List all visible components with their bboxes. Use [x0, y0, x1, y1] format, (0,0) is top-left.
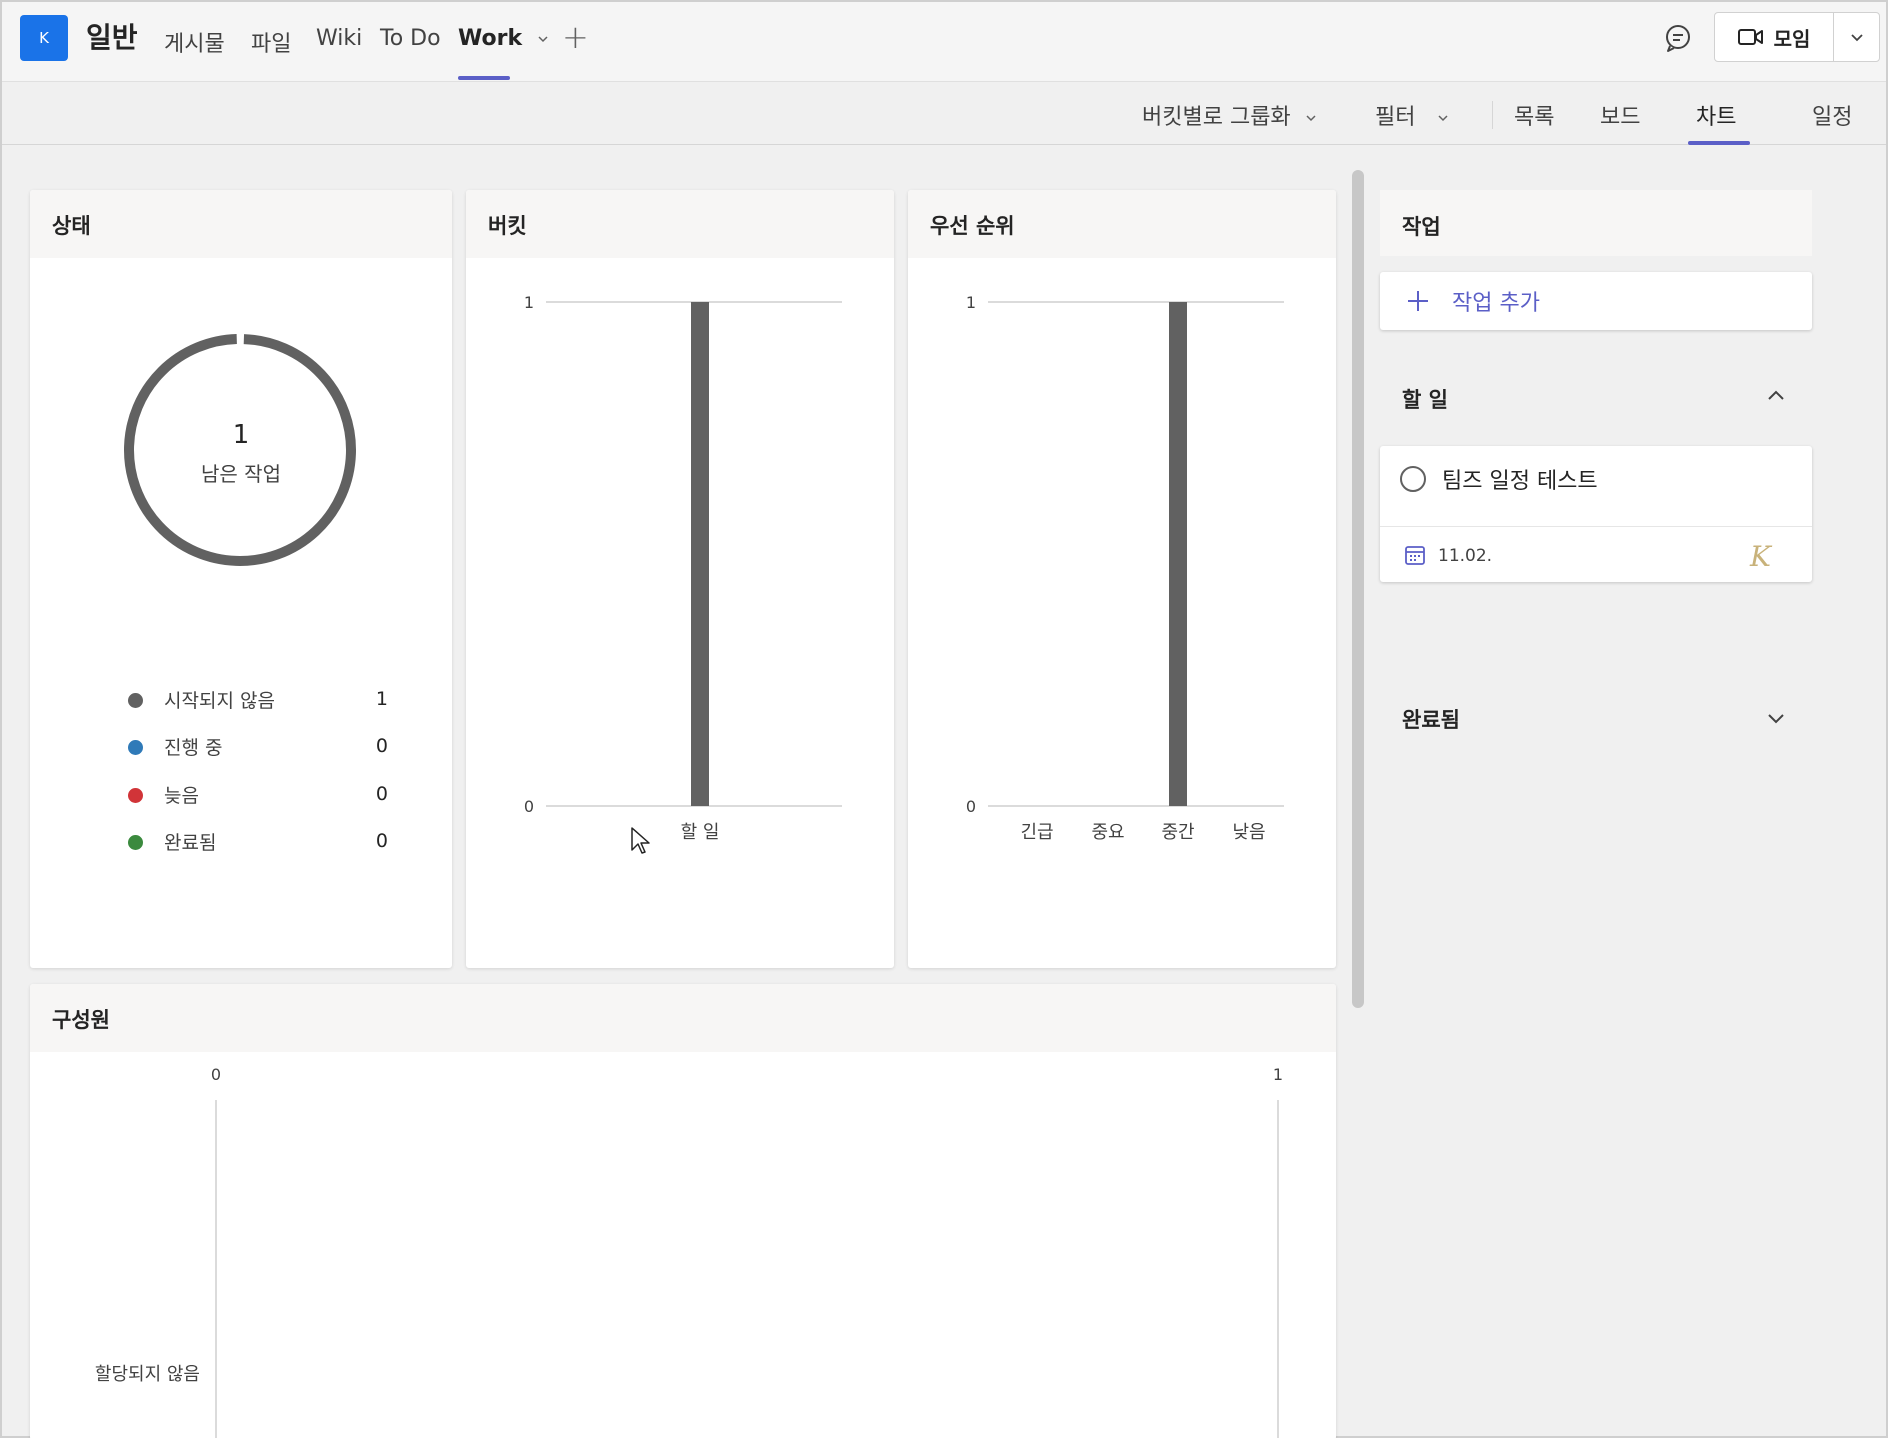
- x-category-label: 긴급: [1020, 822, 1053, 843]
- legend-dot: [128, 835, 143, 850]
- legend-item: 늦음 0: [128, 781, 388, 811]
- x-tick-label: 0: [211, 1065, 221, 1084]
- x-category-label: 낮음: [1232, 822, 1265, 843]
- y-category-label: 할당되지 않음: [95, 1364, 200, 1385]
- status-card: 상태 1 남은 작업 시작되지 않음 1 진행 중 0 늦음 0 완료됨 0: [30, 190, 452, 968]
- bar: [691, 302, 709, 806]
- task-divider: [1380, 526, 1812, 527]
- priority-bar-chart: 0 1 긴급 중요 중간 낮음: [966, 293, 1284, 843]
- chevron-down-icon: [1850, 34, 1863, 42]
- remaining-count: 1: [232, 420, 250, 450]
- priority-card-title: 우선 순위: [908, 190, 1336, 258]
- legend-count: 1: [375, 688, 388, 710]
- calendar-icon: [1405, 546, 1425, 565]
- bar: [1169, 302, 1187, 806]
- meet-dropdown-button[interactable]: [1834, 13, 1879, 61]
- members-card-title: 구성원: [30, 984, 1336, 1052]
- view-board[interactable]: 보드: [1600, 99, 1640, 131]
- members-card: 구성원 0 1 할당되지 않음: [30, 984, 1336, 1438]
- scrollbar[interactable]: [1352, 170, 1364, 1008]
- task-card[interactable]: 팀즈 일정 테스트 11.02. K: [1380, 446, 1812, 582]
- view-list[interactable]: 목록: [1514, 99, 1554, 131]
- view-schedule[interactable]: 일정: [1812, 99, 1852, 131]
- legend-dot: [128, 740, 143, 755]
- x-tick-label: 1: [1273, 1065, 1283, 1084]
- donut-segment-not-started: [123, 334, 356, 567]
- members-bar-chart: 0 1 할당되지 않음: [95, 1065, 1283, 1438]
- x-category-label: 중간: [1161, 822, 1194, 843]
- legend-item: 진행 중 0: [128, 733, 388, 763]
- video-camera-icon: [1737, 29, 1763, 45]
- plus-icon: [1408, 291, 1428, 311]
- tab-work[interactable]: Work: [458, 26, 550, 51]
- task-panel-title: 작업: [1380, 190, 1812, 256]
- top-header: K 일반 게시물 파일 Wiki To Do Work + 모임: [2, 2, 1886, 82]
- meet-button[interactable]: 모임: [1714, 12, 1880, 62]
- chevron-down-icon: [1306, 115, 1316, 122]
- view-toolbar: 버킷별로 그룹화 필터 목록 보드 차트 일정: [2, 83, 1886, 145]
- bucket-todo-header[interactable]: 할 일: [1402, 384, 1448, 414]
- status-donut-chart: [123, 334, 356, 567]
- x-category-label: 할 일: [681, 822, 720, 843]
- filter-dropdown[interactable]: 필터: [1375, 99, 1450, 131]
- legend-label: 진행 중: [164, 737, 223, 759]
- channel-title: 일반: [86, 21, 138, 54]
- view-chart[interactable]: 차트: [1696, 99, 1736, 131]
- assignee-avatar[interactable]: K: [1750, 540, 1784, 573]
- legend-count: 0: [375, 735, 388, 757]
- mouse-cursor-icon: [631, 827, 650, 854]
- y-tick-label: 0: [524, 797, 534, 816]
- tab-files[interactable]: 파일: [251, 26, 291, 58]
- y-tick-label: 0: [966, 797, 976, 816]
- x-category-label: 중요: [1091, 822, 1124, 843]
- chevron-down-icon: [538, 36, 548, 43]
- task-due-date: 11.02.: [1438, 546, 1493, 566]
- chevron-down-icon: [1438, 115, 1449, 122]
- add-tab-icon[interactable]: +: [562, 18, 589, 56]
- task-title: 팀즈 일정 테스트: [1442, 469, 1598, 494]
- legend-label: 완료됨: [164, 832, 217, 854]
- group-by-dropdown[interactable]: 버킷별로 그룹화: [1142, 99, 1318, 131]
- bucket-card-title: 버킷: [466, 190, 894, 258]
- legend-count: 0: [375, 830, 388, 852]
- remaining-label: 남은 작업: [201, 462, 281, 486]
- tab-posts[interactable]: 게시물: [164, 26, 225, 58]
- tab-active-indicator: [458, 76, 510, 80]
- filter-label: 필터: [1375, 105, 1416, 130]
- y-tick-label: 1: [966, 293, 976, 312]
- meet-label: 모임: [1773, 26, 1811, 51]
- chevron-down-icon[interactable]: [1764, 706, 1788, 730]
- add-task-label: 작업 추가: [1452, 291, 1540, 316]
- legend-dot: [128, 693, 143, 708]
- chat-icon[interactable]: [1662, 22, 1694, 54]
- status-card-title: 상태: [30, 190, 452, 258]
- add-task-button[interactable]: 작업 추가: [1380, 272, 1812, 330]
- bucket-card: 버킷 0 1 할 일: [466, 190, 894, 968]
- legend-label: 시작되지 않음: [164, 690, 275, 712]
- legend-label: 늦음: [164, 785, 199, 807]
- tab-todo[interactable]: To Do: [380, 26, 441, 51]
- group-by-label: 버킷별로 그룹화: [1142, 105, 1291, 130]
- tab-wiki[interactable]: Wiki: [316, 26, 362, 51]
- meet-now-button[interactable]: 모임: [1715, 13, 1833, 61]
- chevron-up-icon[interactable]: [1764, 384, 1788, 408]
- bucket-completed-header[interactable]: 완료됨: [1402, 704, 1460, 734]
- tab-work-label: Work: [458, 26, 523, 51]
- bucket-bar-chart: 0 1 할 일: [524, 293, 842, 843]
- legend-count: 0: [375, 783, 388, 805]
- task-complete-checkbox[interactable]: [1400, 466, 1426, 492]
- priority-card: 우선 순위 0 1 긴급 중요 중간 낮음: [908, 190, 1336, 968]
- toolbar-divider: [1492, 101, 1493, 129]
- y-tick-label: 1: [524, 293, 534, 312]
- legend-dot: [128, 788, 143, 803]
- team-avatar[interactable]: K: [20, 15, 68, 61]
- legend-item: 완료됨 0: [128, 828, 388, 858]
- legend-item: 시작되지 않음 1: [128, 686, 388, 716]
- view-active-indicator: [1688, 141, 1750, 145]
